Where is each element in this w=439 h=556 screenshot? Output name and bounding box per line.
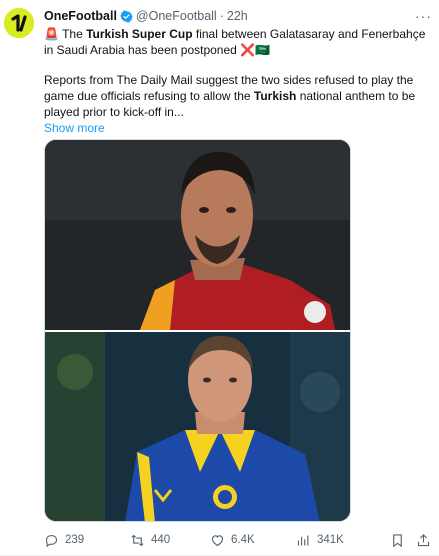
analytics-icon	[297, 535, 309, 545]
header-separator: ·	[219, 9, 224, 23]
tweet-header: OneFootball @OneFootball · 22h	[44, 8, 432, 24]
views-count: 341K	[317, 534, 344, 546]
share-icon	[417, 533, 430, 546]
siren-emoji: 🚨	[44, 27, 59, 41]
reply-icon	[45, 534, 58, 547]
show-more-link[interactable]: Show more	[44, 120, 105, 136]
bookmark-button[interactable]	[390, 533, 405, 548]
tweet-timestamp[interactable]: 22h	[227, 8, 248, 24]
bold-text: Turkish Super Cup	[86, 27, 193, 41]
retweet-icon	[131, 534, 144, 546]
tweet-card[interactable]: OneFootball @OneFootball · 22h ··· 🚨 The…	[0, 0, 439, 556]
tweet-paragraph-2: Reports from The Daily Mail suggest the …	[44, 72, 432, 120]
heart-icon	[211, 534, 224, 546]
retweet-button[interactable]: 440	[130, 533, 170, 548]
cross-flag-emoji: ❌🇸🇦	[240, 43, 271, 57]
avatar[interactable]	[4, 8, 34, 38]
text-segment: The	[62, 27, 87, 41]
bookmark-icon	[393, 533, 402, 547]
share-button[interactable]	[416, 533, 431, 548]
tweet-content: OneFootball @OneFootball · 22h ··· 🚨 The…	[44, 8, 432, 136]
tweet-actions: 239 440 6.4K 341K	[44, 530, 439, 550]
tweet-paragraph-1: 🚨 The Turkish Super Cup final between Ga…	[44, 26, 432, 58]
retweet-count: 440	[151, 534, 171, 546]
bold-text: Turkish	[253, 89, 297, 103]
media-photo-2[interactable]	[45, 332, 350, 521]
views-button[interactable]: 341K	[296, 533, 344, 548]
author-handle[interactable]: @OneFootball	[136, 8, 217, 24]
verified-badge-icon	[120, 9, 133, 23]
like-count: 6.4K	[231, 534, 255, 546]
reply-button[interactable]: 239	[44, 533, 84, 548]
media-photo-1[interactable]	[45, 140, 350, 330]
tweet-text: 🚨 The Turkish Super Cup final between Ga…	[44, 26, 432, 136]
onefootball-logo-icon	[4, 8, 34, 38]
author-name[interactable]: OneFootball	[44, 8, 117, 24]
reply-count: 239	[65, 534, 85, 546]
like-button[interactable]: 6.4K	[210, 533, 255, 548]
more-options-icon[interactable]: ···	[415, 8, 432, 24]
tweet-media[interactable]	[44, 139, 351, 522]
